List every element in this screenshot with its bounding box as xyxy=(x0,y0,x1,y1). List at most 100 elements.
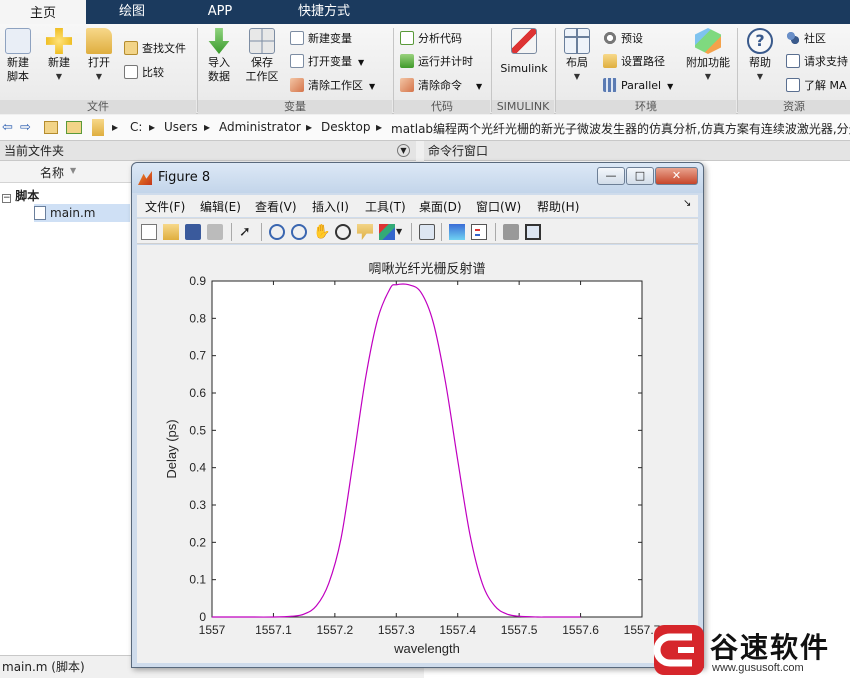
preferences-button[interactable]: 预设 xyxy=(603,30,643,48)
breadcrumb-users[interactable]: Users xyxy=(164,120,198,134)
new-label: 新建 xyxy=(48,56,70,69)
clear-commands-button[interactable]: 清除命令 ▼ xyxy=(400,77,482,95)
save-icon[interactable] xyxy=(185,224,201,240)
simulink-button[interactable]: Simulink xyxy=(498,28,550,76)
open-button[interactable]: 打开 ▼ xyxy=(84,28,114,84)
help-button[interactable]: ? 帮助 ▼ xyxy=(744,28,776,84)
save-workspace-button[interactable]: 保存 工作区 xyxy=(244,28,280,84)
import-data-button[interactable]: 导入 数据 xyxy=(204,28,234,84)
community-button[interactable]: 社区 xyxy=(786,30,826,48)
zoom-in-icon[interactable] xyxy=(269,224,285,240)
close-button[interactable]: ✕ xyxy=(655,167,698,185)
save-workspace-label: 保存 工作区 xyxy=(245,56,279,83)
breadcrumb-administrator[interactable]: Administrator xyxy=(219,120,301,134)
rotate-icon[interactable] xyxy=(335,224,351,240)
x-tick-label: 1557.1 xyxy=(255,623,292,637)
new-script-button[interactable]: 新建 脚本 xyxy=(4,28,32,84)
print-icon[interactable] xyxy=(207,224,223,240)
request-support-button[interactable]: 请求支持 xyxy=(786,53,848,71)
legend-icon[interactable] xyxy=(471,224,487,240)
run-and-time-button[interactable]: 运行并计时 xyxy=(400,53,473,71)
figure-titlebar[interactable]: Figure 8 — □ ✕ xyxy=(132,163,703,193)
dock-arrow-icon[interactable]: ↘ xyxy=(683,198,691,209)
open-file-icon[interactable] xyxy=(163,224,179,240)
preferences-label: 预设 xyxy=(621,32,643,45)
new-variable-button[interactable]: 新建变量 xyxy=(290,30,352,48)
maximize-button[interactable]: □ xyxy=(626,167,654,185)
breadcrumb-separator: ▸ xyxy=(149,120,156,134)
group-label-scripts: 脚本 xyxy=(15,189,40,203)
y-tick-label: 0.5 xyxy=(189,423,206,437)
breadcrumb-desktop[interactable]: Desktop xyxy=(321,120,371,134)
brush-dropdown-arrow-icon[interactable]: ▼ xyxy=(396,224,404,240)
parallel-label: Parallel xyxy=(621,79,662,92)
x-axis-label: wavelength xyxy=(393,641,460,656)
file-name: main.m xyxy=(50,206,96,220)
figure-canvas: 1557 1557.1 1557.2 1557.3 1557.4 1557.5 1557.6… xyxy=(137,245,698,663)
find-files-button[interactable]: 查找文件 xyxy=(124,40,186,58)
layout-dropdown-arrow-icon: ▼ xyxy=(573,72,581,81)
menu-edit[interactable]: 编辑(E) xyxy=(200,198,241,215)
analyze-code-button[interactable]: 分析代码 xyxy=(400,30,462,48)
colorbar-icon[interactable] xyxy=(449,224,465,240)
tab-plots[interactable]: 绘图 xyxy=(92,0,172,24)
data-cursor-icon[interactable] xyxy=(357,224,373,240)
new-plus-icon xyxy=(46,28,72,54)
browse-folder-icon[interactable] xyxy=(66,121,82,134)
section-file-label: 文件 xyxy=(0,100,196,114)
request-support-label: 请求支持 xyxy=(804,55,848,68)
collapse-icon[interactable]: − xyxy=(2,194,11,203)
add-ons-button[interactable]: 附加功能 ▼ xyxy=(684,28,732,84)
logo-url: www.gususoft.com xyxy=(712,662,804,674)
tab-apps[interactable]: APP xyxy=(178,0,262,24)
minimize-button[interactable]: — xyxy=(597,167,625,185)
tab-shortcuts[interactable]: 快捷方式 xyxy=(268,0,380,24)
analyze-code-label: 分析代码 xyxy=(418,32,462,45)
menu-desktop[interactable]: 桌面(D) xyxy=(419,198,462,215)
new-figure-icon[interactable] xyxy=(141,224,157,240)
hide-plot-tools-icon[interactable] xyxy=(503,224,519,240)
pan-hand-icon[interactable]: ✋ xyxy=(313,224,330,240)
show-plot-tools-icon[interactable] xyxy=(525,224,541,240)
toolbar-separator xyxy=(411,223,412,241)
back-arrow-icon[interactable]: ⇦ xyxy=(2,120,13,135)
menu-view[interactable]: 查看(V) xyxy=(255,198,297,215)
breadcrumb-drive[interactable]: C: xyxy=(130,120,142,134)
brush-icon[interactable] xyxy=(379,224,395,240)
menu-tools[interactable]: 工具(T) xyxy=(365,198,406,215)
clear-workspace-button[interactable]: 清除工作区 ▼ xyxy=(290,77,375,95)
current-folder-header: 当前文件夹 ▼ xyxy=(0,141,416,161)
zoom-out-icon[interactable] xyxy=(291,224,307,240)
menu-file[interactable]: 文件(F) xyxy=(145,198,185,215)
new-button[interactable]: 新建 ▼ xyxy=(44,28,74,84)
menu-help[interactable]: 帮助(H) xyxy=(537,198,579,215)
select-arrow-icon[interactable]: ➚ xyxy=(239,224,255,240)
forward-arrow-icon[interactable]: ⇨ xyxy=(20,120,31,135)
layout-button[interactable]: 布局 ▼ xyxy=(562,28,592,84)
clear-workspace-icon xyxy=(290,78,304,92)
link-plot-icon[interactable] xyxy=(419,224,435,240)
parallel-button[interactable]: Parallel ▼ xyxy=(603,77,673,95)
y-tick-label: 0.1 xyxy=(189,573,206,587)
run-and-time-label: 运行并计时 xyxy=(418,55,473,68)
menu-window[interactable]: 窗口(W) xyxy=(476,198,521,215)
clear-commands-label: 清除命令 xyxy=(418,79,462,92)
open-variable-button[interactable]: 打开变量 ▼ xyxy=(290,53,364,71)
community-icon xyxy=(786,31,800,45)
menu-insert[interactable]: 插入(I) xyxy=(312,198,349,215)
learn-matlab-button[interactable]: 了解 MA xyxy=(786,77,847,95)
x-tick-label: 1557.5 xyxy=(501,623,538,637)
section-code-label: 代码 xyxy=(394,100,490,114)
compare-button[interactable]: 比较 xyxy=(124,64,164,82)
open-variable-arrow-icon: ▼ xyxy=(358,58,365,67)
command-window-header: 命令行窗口 xyxy=(424,141,850,161)
set-path-button[interactable]: 设置路径 xyxy=(603,53,665,71)
list-group[interactable]: − 脚本 xyxy=(2,187,39,204)
tab-home[interactable]: 主页 xyxy=(0,0,86,24)
breadcrumb-project-folder[interactable]: matlab编程两个光纤光栅的新光子微波发生器的仿真分析,仿真方案有连续波激光器… xyxy=(391,120,850,137)
up-folder-icon[interactable] xyxy=(44,121,58,134)
column-name-header[interactable]: 名称 xyxy=(40,164,64,181)
toolbar-separator xyxy=(495,223,496,241)
list-item[interactable]: main.m xyxy=(34,204,130,222)
panel-menu-icon[interactable]: ▼ xyxy=(397,144,410,157)
